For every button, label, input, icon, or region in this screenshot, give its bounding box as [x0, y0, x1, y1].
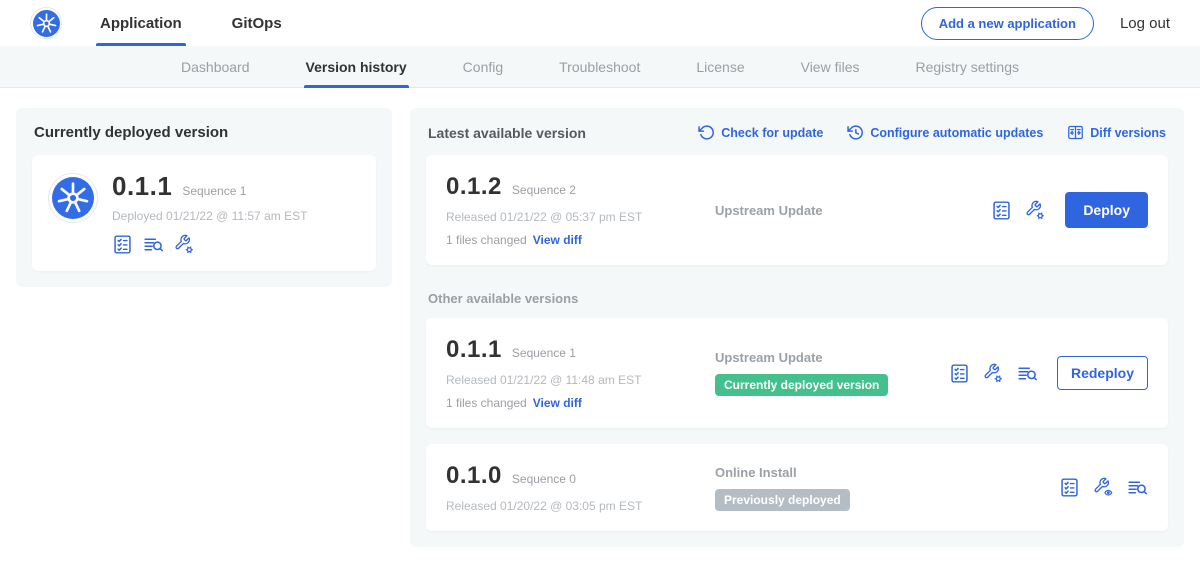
version-source-label: Upstream Update	[715, 203, 991, 218]
subnav-tab-registry-settings[interactable]: Registry settings	[914, 46, 1021, 87]
configure-automatic-updates-link[interactable]: Configure automatic updates	[847, 124, 1043, 141]
schedule-icon	[847, 124, 864, 141]
checklist-icon[interactable]	[1059, 477, 1080, 498]
subnav-tab-license-label: License	[696, 59, 744, 75]
wrench-gear-icon[interactable]	[1025, 200, 1046, 221]
deployed-version-number: 0.1.1	[112, 171, 172, 202]
version-source-label: Upstream Update	[715, 350, 949, 365]
logs-search-icon[interactable]	[143, 234, 164, 255]
files-changed-label: 1 files changed	[446, 233, 527, 247]
version-card-0-1-1: 0.1.1 Sequence 1 Released 01/21/22 @ 11:…	[426, 318, 1168, 428]
subnav-tab-troubleshoot-label: Troubleshoot	[559, 59, 640, 75]
currently-deployed-badge: Currently deployed version	[715, 374, 888, 396]
sequence-label: Sequence 2	[512, 183, 576, 197]
diff-versions-label: Diff versions	[1090, 126, 1166, 140]
topnav-right: Add a new application Log out	[921, 7, 1170, 40]
check-for-update-label: Check for update	[721, 126, 823, 140]
checklist-icon[interactable]	[949, 363, 970, 384]
released-timestamp: Released 01/21/22 @ 05:37 pm EST	[446, 210, 711, 224]
view-diff-link[interactable]: View diff	[533, 233, 582, 247]
subnav-tab-version-history[interactable]: Version history	[304, 46, 409, 87]
subnav-tab-config-label: Config	[463, 59, 503, 75]
wrench-gear-icon[interactable]	[983, 363, 1004, 384]
deployed-sequence-label: Sequence 1	[182, 184, 246, 198]
logout-link[interactable]: Log out	[1120, 15, 1170, 32]
configure-automatic-updates-label: Configure automatic updates	[870, 126, 1043, 140]
subnav-tab-dashboard[interactable]: Dashboard	[179, 46, 252, 87]
subnav-tab-version-history-label: Version history	[306, 59, 407, 75]
other-versions-title: Other available versions	[428, 291, 1166, 306]
updates-actions: Check for update Configure automatic upd…	[698, 124, 1166, 141]
updates-header: Latest available version Check for updat…	[428, 124, 1166, 141]
subnav-tab-license[interactable]: License	[694, 46, 746, 87]
checklist-icon[interactable]	[112, 234, 133, 255]
sequence-label: Sequence 0	[512, 472, 576, 486]
kubernetes-logo	[30, 7, 62, 39]
currently-deployed-panel: Currently deployed version 0.1.1 Sequenc…	[16, 108, 392, 287]
refresh-icon	[698, 124, 715, 141]
deployed-panel-title: Currently deployed version	[34, 124, 376, 141]
tab-application[interactable]: Application	[96, 0, 186, 46]
top-navbar: Application GitOps Add a new application…	[0, 0, 1200, 46]
wrench-eye-icon[interactable]	[1093, 477, 1114, 498]
version-card-0-1-0: 0.1.0 Sequence 0 Released 01/20/22 @ 03:…	[426, 444, 1168, 531]
available-versions-panel: Latest available version Check for updat…	[410, 108, 1184, 547]
subnav-tab-registry-settings-label: Registry settings	[916, 59, 1019, 75]
tab-application-label: Application	[100, 15, 182, 32]
diff-icon	[1067, 124, 1084, 141]
view-diff-link[interactable]: View diff	[533, 396, 582, 410]
version-source-label: Online Install	[715, 465, 1059, 480]
tab-gitops-label: GitOps	[232, 15, 282, 32]
diff-versions-link[interactable]: Diff versions	[1067, 124, 1166, 141]
version-number: 0.1.2	[446, 173, 502, 201]
version-number: 0.1.0	[446, 462, 502, 490]
deploy-button[interactable]: Deploy	[1065, 192, 1148, 228]
wrench-gear-icon[interactable]	[174, 234, 195, 255]
deployed-version-card: 0.1.1 Sequence 1 Deployed 01/21/22 @ 11:…	[32, 155, 376, 271]
version-card-0-1-2: 0.1.2 Sequence 2 Released 01/21/22 @ 05:…	[426, 155, 1168, 265]
tab-gitops[interactable]: GitOps	[228, 0, 286, 46]
subnav-tab-view-files[interactable]: View files	[799, 46, 862, 87]
app-subnav: Dashboard Version history Config Trouble…	[0, 46, 1200, 88]
released-timestamp: Released 01/20/22 @ 03:05 pm EST	[446, 499, 711, 513]
subnav-tab-troubleshoot[interactable]: Troubleshoot	[557, 46, 642, 87]
logs-search-icon[interactable]	[1127, 477, 1148, 498]
redeploy-button[interactable]: Redeploy	[1057, 356, 1148, 390]
latest-version-title: Latest available version	[428, 125, 586, 141]
released-timestamp: Released 01/21/22 @ 11:48 am EST	[446, 373, 711, 387]
sequence-label: Sequence 1	[512, 346, 576, 360]
app-logo	[48, 173, 98, 223]
deployed-timestamp: Deployed 01/21/22 @ 11:57 am EST	[112, 209, 307, 223]
previously-deployed-badge: Previously deployed	[715, 489, 850, 511]
check-for-update-link[interactable]: Check for update	[698, 124, 823, 141]
add-application-button[interactable]: Add a new application	[921, 7, 1094, 40]
logs-search-icon[interactable]	[1017, 363, 1038, 384]
subnav-tab-view-files-label: View files	[801, 59, 860, 75]
files-changed-label: 1 files changed	[446, 396, 527, 410]
version-history-page: Currently deployed version 0.1.1 Sequenc…	[0, 88, 1200, 564]
checklist-icon[interactable]	[991, 200, 1012, 221]
subnav-tab-config[interactable]: Config	[461, 46, 505, 87]
app-tabs: Application GitOps	[96, 0, 328, 46]
version-number: 0.1.1	[446, 336, 502, 364]
subnav-tab-dashboard-label: Dashboard	[181, 59, 250, 75]
